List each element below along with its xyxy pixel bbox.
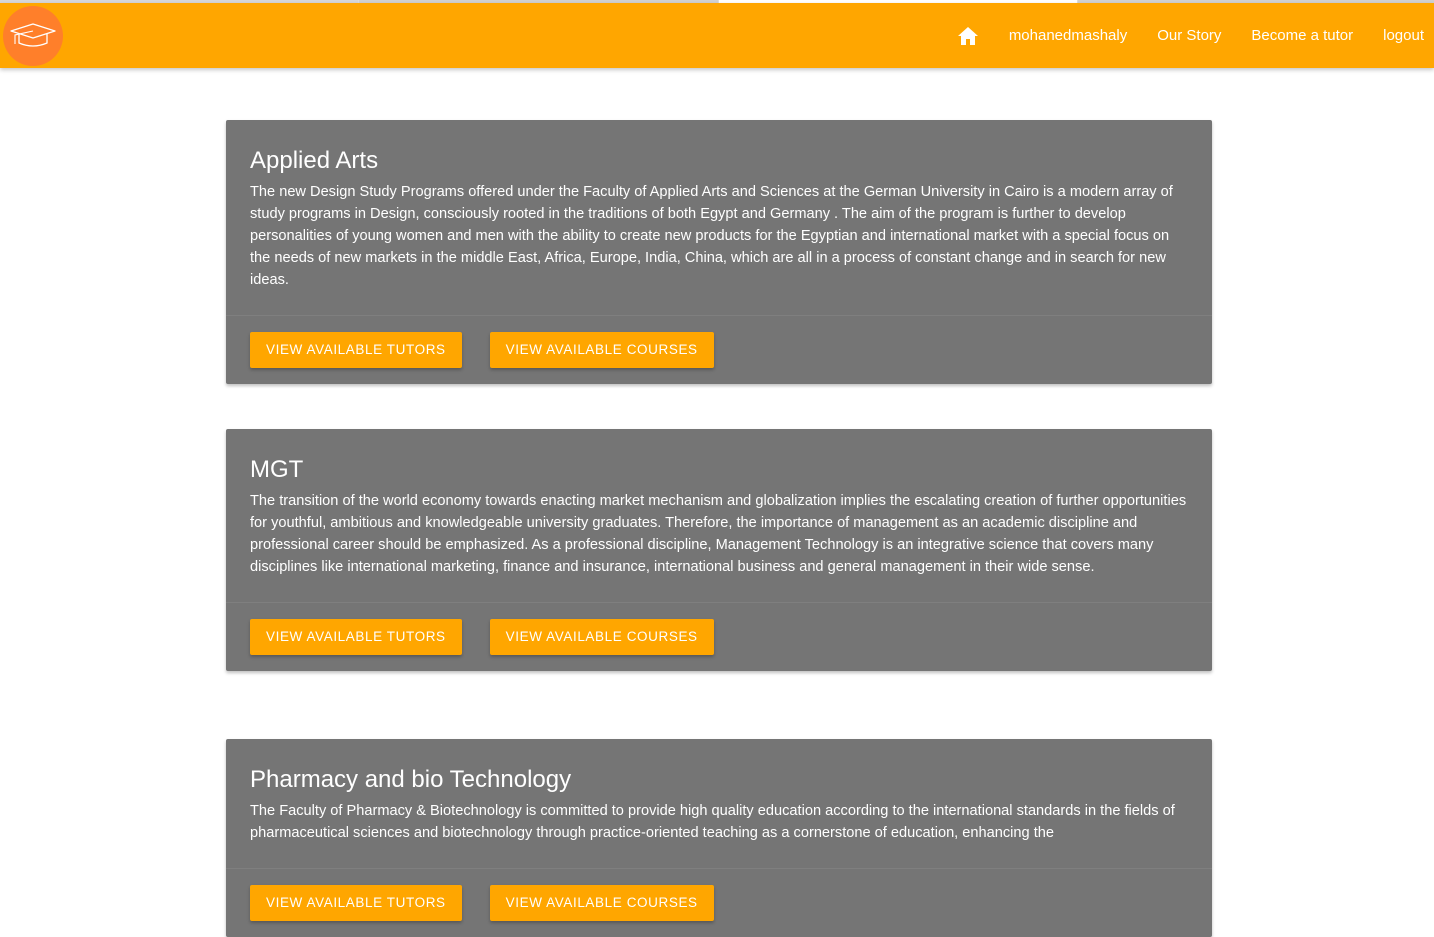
- nav-link-become-tutor[interactable]: Become a tutor: [1251, 27, 1353, 44]
- view-courses-button[interactable]: VIEW AVAILABLE COURSES: [489, 332, 714, 368]
- nav-home[interactable]: [957, 25, 979, 47]
- view-tutors-button[interactable]: VIEW AVAILABLE TUTORS: [250, 885, 462, 921]
- logo[interactable]: [3, 6, 63, 66]
- card-content: Pharmacy and bio Technology The Faculty …: [226, 739, 1212, 868]
- card-title: Applied Arts: [250, 147, 379, 174]
- top-navbar: mohanedmashaly Our Story Become a tutor …: [0, 3, 1434, 68]
- nav-link-logout[interactable]: logout: [1383, 27, 1424, 44]
- home-icon: [957, 26, 978, 45]
- faculty-card-pharmacy: Pharmacy and bio Technology The Faculty …: [226, 739, 1212, 937]
- card-title: MGT: [250, 456, 304, 483]
- faculty-card-applied-arts: Applied Arts The new Design Study Progra…: [226, 120, 1212, 384]
- card-actions: VIEW AVAILABLE TUTORS VIEW AVAILABLE COU…: [226, 868, 1212, 937]
- card-actions: VIEW AVAILABLE TUTORS VIEW AVAILABLE COU…: [226, 602, 1212, 671]
- graduation-cap-icon: [10, 23, 56, 47]
- card-description: The Faculty of Pharmacy & Biotechnology …: [250, 803, 1175, 841]
- nav-link-profile[interactable]: mohanedmashaly: [1009, 27, 1127, 44]
- view-courses-button[interactable]: VIEW AVAILABLE COURSES: [489, 885, 714, 921]
- nav-link-our-story[interactable]: Our Story: [1157, 27, 1221, 44]
- view-tutors-button[interactable]: VIEW AVAILABLE TUTORS: [250, 332, 462, 368]
- card-content: MGT The transition of the world economy …: [226, 429, 1212, 602]
- nav-links: mohanedmashaly Our Story Become a tutor …: [957, 3, 1424, 68]
- card-title: Pharmacy and bio Technology: [250, 766, 572, 793]
- card-actions: VIEW AVAILABLE TUTORS VIEW AVAILABLE COU…: [226, 315, 1212, 384]
- view-tutors-button[interactable]: VIEW AVAILABLE TUTORS: [250, 619, 462, 655]
- view-courses-button[interactable]: VIEW AVAILABLE COURSES: [489, 619, 714, 655]
- card-description: The new Design Study Programs offered un…: [250, 184, 1173, 288]
- card-content: Applied Arts The new Design Study Progra…: [226, 120, 1212, 315]
- faculty-card-mgt: MGT The transition of the world economy …: [226, 429, 1212, 671]
- card-description: The transition of the world economy towa…: [250, 493, 1187, 575]
